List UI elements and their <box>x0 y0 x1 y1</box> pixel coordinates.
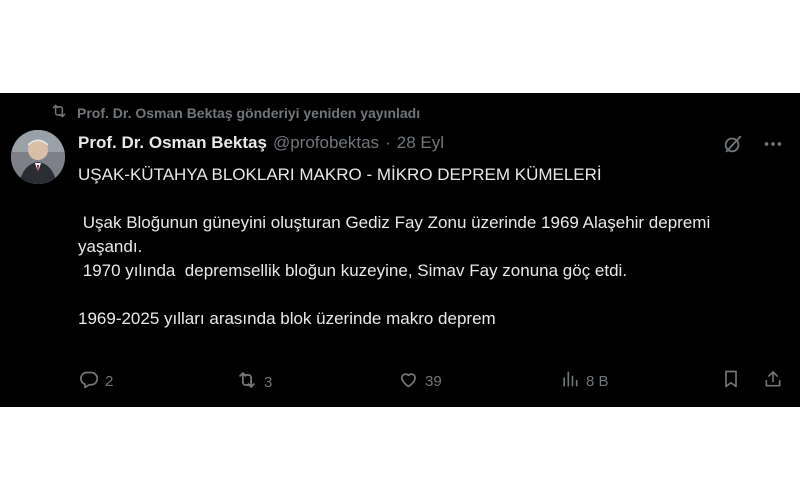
repost-indicator: Prof. Dr. Osman Bektaş gönderiyi yeniden… <box>50 102 420 123</box>
post-line: 1970 yılında depremsellik bloğun kuzeyin… <box>78 261 628 280</box>
like-count: 39 <box>425 373 442 390</box>
bookmark-icon <box>721 369 741 393</box>
avatar[interactable] <box>11 130 65 184</box>
views-count: 8 B <box>586 372 609 390</box>
like-button[interactable]: 39 <box>398 369 442 394</box>
author-name[interactable]: Prof. Dr. Osman Bektaş <box>78 133 267 153</box>
post-line: Uşak Bloğunun güneyini oluşturan Gediz F… <box>78 213 715 256</box>
grok-icon[interactable] <box>722 133 744 155</box>
more-icon[interactable] <box>762 133 784 155</box>
share-button[interactable] <box>763 369 783 393</box>
post-date[interactable]: 28 Eyl <box>397 133 444 153</box>
repost-button[interactable]: 3 <box>236 369 272 395</box>
bookmark-button[interactable] <box>721 369 741 393</box>
repost-indicator-text: Prof. Dr. Osman Bektaş gönderiyi yeniden… <box>77 104 421 121</box>
heart-icon <box>398 369 419 394</box>
separator-dot: · <box>385 133 391 152</box>
post-text: UŞAK-KÜTAHYA BLOKLARI MAKRO - MİKRO DEPR… <box>78 163 778 331</box>
action-bar: 2 3 39 8 B <box>78 369 788 395</box>
post-line <box>78 283 778 307</box>
post-header: Prof. Dr. Osman Bektaş @profobektas · 28… <box>78 133 444 153</box>
post-line: 1969-2025 yılları arasında blok üzerinde… <box>78 309 496 328</box>
post-line <box>78 187 778 211</box>
repost-icon <box>236 369 258 395</box>
reply-count: 2 <box>105 373 114 390</box>
views-icon <box>560 369 580 393</box>
author-handle[interactable]: @profobektas <box>273 133 379 153</box>
top-actions <box>722 133 784 155</box>
post-line: UŞAK-KÜTAHYA BLOKLARI MAKRO - MİKRO DEPR… <box>78 165 602 184</box>
reply-button[interactable]: 2 <box>78 369 113 394</box>
share-icon <box>763 369 783 393</box>
reply-icon <box>78 369 99 394</box>
repost-icon <box>50 102 68 123</box>
views-button[interactable]: 8 B <box>560 369 609 393</box>
repost-count: 3 <box>264 373 273 391</box>
tweet-card[interactable]: Prof. Dr. Osman Bektaş gönderiyi yeniden… <box>0 93 800 407</box>
